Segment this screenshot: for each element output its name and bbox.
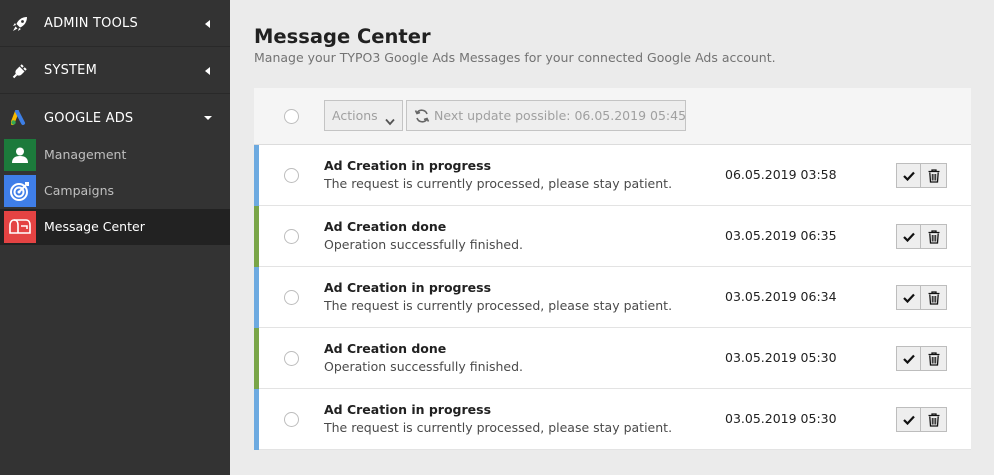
sidebar: ADMIN TOOLS SYSTEM GOOGLE ADS Management (0, 0, 230, 475)
trash-icon (928, 168, 939, 183)
message-row: Ad Creation done Operation successfully … (254, 328, 971, 389)
rocket-icon (10, 14, 30, 34)
message-title: Ad Creation done (324, 219, 447, 234)
message-title: Ad Creation done (324, 341, 447, 356)
row-select-radio[interactable] (284, 290, 299, 305)
status-stripe-success (254, 206, 259, 267)
check-icon (902, 293, 915, 303)
message-row: Ad Creation done Operation successfully … (254, 206, 971, 267)
check-icon (902, 354, 915, 364)
caret-down-icon (385, 111, 395, 130)
row-select-radio[interactable] (284, 412, 299, 427)
message-text: Operation successfully finished. (324, 359, 524, 374)
target-icon (4, 175, 36, 207)
message-row: Ad Creation in progress The request is c… (254, 145, 971, 206)
sidebar-group-label: ADMIN TOOLS (44, 16, 138, 31)
message-row: Ad Creation in progress The request is c… (254, 267, 971, 328)
trash-icon (928, 412, 939, 427)
sidebar-item-label: Campaigns (44, 183, 115, 198)
message-toolbar: Actions Next update possible: 06.05.2019… (254, 88, 971, 145)
message-title: Ad Creation in progress (324, 280, 492, 295)
sidebar-item-label: Management (44, 147, 127, 162)
message-title: Ad Creation in progress (324, 158, 492, 173)
sidebar-group-label: GOOGLE ADS (44, 110, 134, 126)
check-icon (902, 415, 915, 425)
page-title: Message Center (254, 25, 431, 48)
message-date: 06.05.2019 03:58 (725, 167, 837, 182)
message-text: The request is currently processed, plea… (324, 298, 673, 313)
page-subtitle: Manage your TYPO3 Google Ads Messages fo… (254, 50, 776, 65)
mark-read-button[interactable] (896, 346, 921, 371)
message-date: 03.05.2019 05:30 (725, 350, 837, 365)
mark-read-button[interactable] (896, 407, 921, 432)
message-text: Operation successfully finished. (324, 237, 524, 252)
google-ads-icon (10, 108, 30, 128)
message-list-panel: Actions Next update possible: 06.05.2019… (254, 88, 971, 450)
sidebar-group-label: SYSTEM (44, 63, 98, 78)
mark-read-button[interactable] (896, 163, 921, 188)
sidebar-item-management[interactable]: Management (0, 137, 230, 173)
message-text: The request is currently processed, plea… (324, 420, 673, 435)
next-update-label: Next update possible: 06.05.2019 05:45 (434, 108, 687, 123)
delete-button[interactable] (920, 224, 947, 249)
main-content: Message Center Manage your TYPO3 Google … (230, 0, 994, 475)
status-stripe-info (254, 145, 259, 206)
mark-read-button[interactable] (896, 224, 921, 249)
message-text: The request is currently processed, plea… (324, 176, 673, 191)
sidebar-item-message-center[interactable]: Message Center (0, 209, 230, 245)
check-icon (902, 171, 915, 181)
row-select-radio[interactable] (284, 168, 299, 183)
trash-icon (928, 290, 939, 305)
sidebar-item-campaigns[interactable]: Campaigns (0, 173, 230, 209)
message-date: 03.05.2019 06:35 (725, 228, 837, 243)
user-icon (4, 139, 36, 171)
message-row: Ad Creation in progress The request is c… (254, 389, 971, 450)
select-all-radio[interactable] (284, 109, 299, 124)
sidebar-group-google-ads[interactable]: GOOGLE ADS (0, 95, 230, 141)
actions-label: Actions (332, 108, 378, 123)
trash-icon (928, 229, 939, 244)
sidebar-item-label: Message Center (44, 219, 145, 234)
delete-button[interactable] (920, 163, 947, 188)
mark-read-button[interactable] (896, 285, 921, 310)
row-select-radio[interactable] (284, 229, 299, 244)
check-icon (902, 232, 915, 242)
mailbox-icon (4, 211, 36, 243)
sidebar-group-system[interactable]: SYSTEM (0, 48, 230, 94)
refresh-icon (414, 108, 430, 128)
status-stripe-info (254, 267, 259, 328)
message-date: 03.05.2019 06:34 (725, 289, 837, 304)
message-title: Ad Creation in progress (324, 402, 492, 417)
delete-button[interactable] (920, 346, 947, 371)
caret-left-icon (203, 66, 213, 76)
sidebar-group-admin-tools[interactable]: ADMIN TOOLS (0, 1, 230, 47)
caret-left-icon (203, 19, 213, 29)
plug-icon (10, 61, 30, 81)
delete-button[interactable] (920, 285, 947, 310)
actions-dropdown[interactable]: Actions (324, 100, 403, 131)
next-update-button[interactable]: Next update possible: 06.05.2019 05:45 (406, 100, 686, 131)
caret-down-icon (203, 113, 213, 123)
status-stripe-success (254, 328, 259, 389)
trash-icon (928, 351, 939, 366)
row-select-radio[interactable] (284, 351, 299, 366)
delete-button[interactable] (920, 407, 947, 432)
message-date: 03.05.2019 05:30 (725, 411, 837, 426)
status-stripe-info (254, 389, 259, 450)
